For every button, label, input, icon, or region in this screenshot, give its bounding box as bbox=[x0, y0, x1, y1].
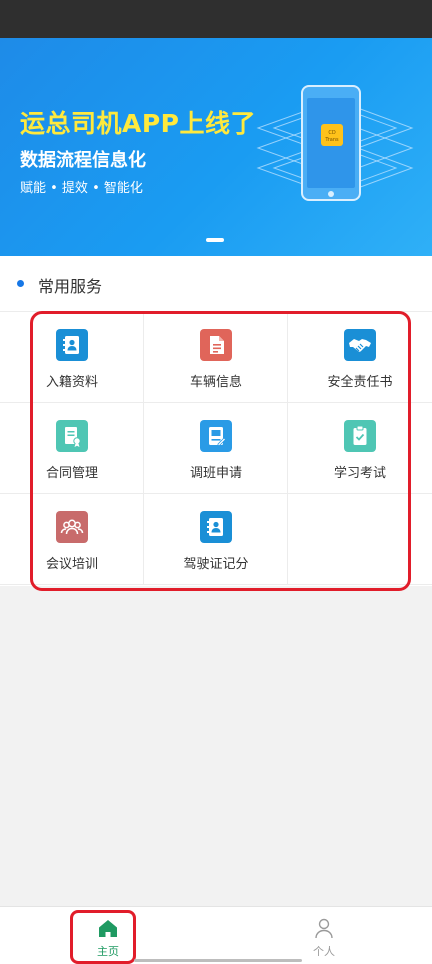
contract-icon bbox=[56, 420, 88, 452]
section-title: 常用服务 bbox=[38, 277, 103, 296]
service-label: 入籍资料 bbox=[45, 375, 98, 390]
tab-profile-label: 个人 bbox=[313, 945, 335, 958]
service-label: 安全责任书 bbox=[327, 375, 393, 390]
empty-cell bbox=[288, 494, 432, 585]
tab-profile[interactable]: 个人 bbox=[216, 907, 432, 964]
promo-banner[interactable]: 运总司机APP上线了 数据流程信息化 赋能 • 提效 • 智能化 CD Tran… bbox=[0, 38, 432, 256]
service-shift-request[interactable]: 调班申请 bbox=[144, 403, 288, 494]
section-header: 常用服务 bbox=[0, 256, 432, 312]
person-icon bbox=[315, 918, 333, 939]
address-book-icon bbox=[56, 329, 88, 361]
address-book-icon bbox=[200, 511, 232, 543]
users-icon bbox=[56, 511, 88, 543]
handshake-icon bbox=[344, 329, 376, 361]
common-services-panel: 常用服务 入籍资料 车辆信息 安全责任书 合同管理 调班申请 学习考试 会议培训… bbox=[0, 256, 432, 586]
leave-request-icon bbox=[200, 420, 232, 452]
status-bar bbox=[0, 0, 432, 38]
tab-home[interactable]: 主页 bbox=[0, 907, 216, 964]
section-dot-icon bbox=[17, 280, 24, 287]
home-indicator bbox=[134, 959, 302, 962]
service-label: 驾驶证记分 bbox=[183, 557, 249, 572]
services-grid: 入籍资料 车辆信息 安全责任书 合同管理 调班申请 学习考试 会议培训 驾驶证记… bbox=[0, 312, 432, 586]
service-label: 车辆信息 bbox=[189, 375, 242, 390]
service-label: 会议培训 bbox=[45, 557, 98, 572]
service-safety-agreement[interactable]: 安全责任书 bbox=[288, 312, 432, 403]
carousel-indicator[interactable] bbox=[206, 238, 224, 242]
service-label: 学习考试 bbox=[333, 466, 386, 481]
service-enrollment-docs[interactable]: 入籍资料 bbox=[0, 312, 144, 403]
clipboard-check-icon bbox=[344, 420, 376, 452]
service-label: 合同管理 bbox=[45, 466, 98, 481]
service-label: 调班申请 bbox=[189, 466, 242, 481]
service-vehicle-info[interactable]: 车辆信息 bbox=[144, 312, 288, 403]
banner-subtitle: 数据流程信息化 bbox=[20, 150, 146, 171]
phone-illustration: CD Trans bbox=[256, 85, 414, 201]
banner-title: 运总司机APP上线了 bbox=[20, 109, 256, 138]
service-study-exam[interactable]: 学习考试 bbox=[288, 403, 432, 494]
home-icon bbox=[99, 920, 117, 937]
service-license-points[interactable]: 驾驶证记分 bbox=[144, 494, 288, 585]
document-icon bbox=[200, 329, 232, 361]
svg-text:CD: CD bbox=[328, 130, 335, 136]
service-contract-management[interactable]: 合同管理 bbox=[0, 403, 144, 494]
service-meeting-training[interactable]: 会议培训 bbox=[0, 494, 144, 585]
tab-home-label: 主页 bbox=[97, 945, 119, 958]
banner-tagline: 赋能 • 提效 • 智能化 bbox=[20, 181, 143, 196]
bottom-tab-bar: 主页 个人 bbox=[0, 906, 432, 964]
svg-text:Trans: Trans bbox=[324, 137, 339, 143]
